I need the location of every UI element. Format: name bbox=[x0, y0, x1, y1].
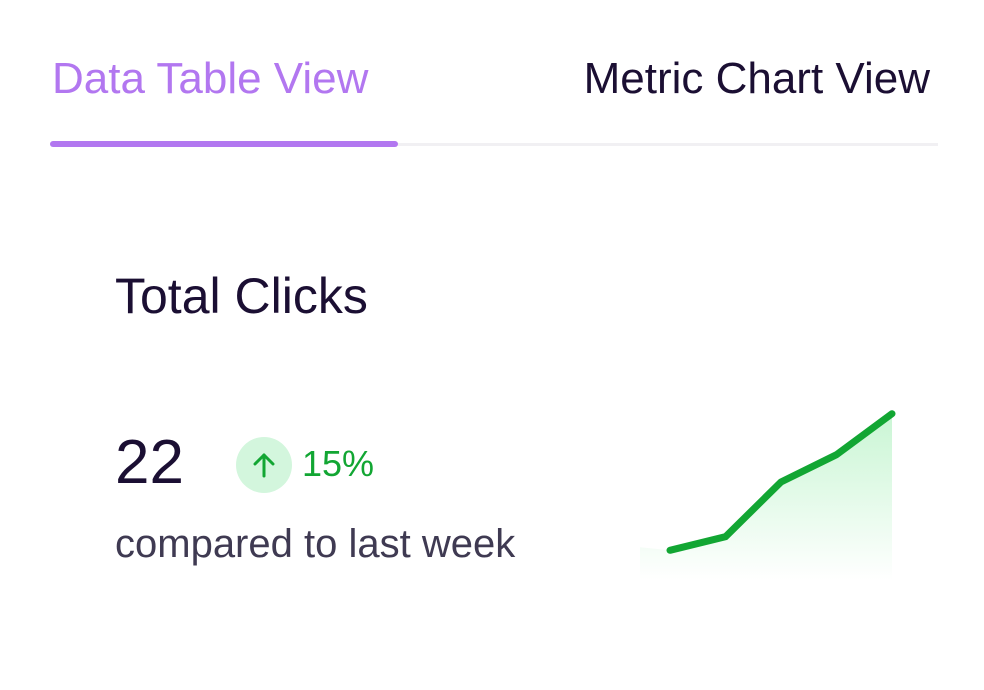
trend-percent: 15% bbox=[302, 443, 375, 484]
comparison-text: compared to last week bbox=[115, 522, 516, 566]
active-tab-indicator bbox=[50, 141, 398, 147]
arrow-up-icon bbox=[253, 453, 275, 478]
tab-data-table-view[interactable]: Data Table View bbox=[52, 52, 368, 106]
tab-metric-chart-view[interactable]: Metric Chart View bbox=[584, 52, 930, 106]
metric-title: Total Clicks bbox=[115, 268, 368, 324]
trend-badge bbox=[236, 437, 292, 493]
metric-value: 22 bbox=[115, 428, 184, 497]
trend-sparkline bbox=[640, 410, 896, 580]
view-tabs: Data Table View Metric Chart View bbox=[50, 0, 938, 150]
